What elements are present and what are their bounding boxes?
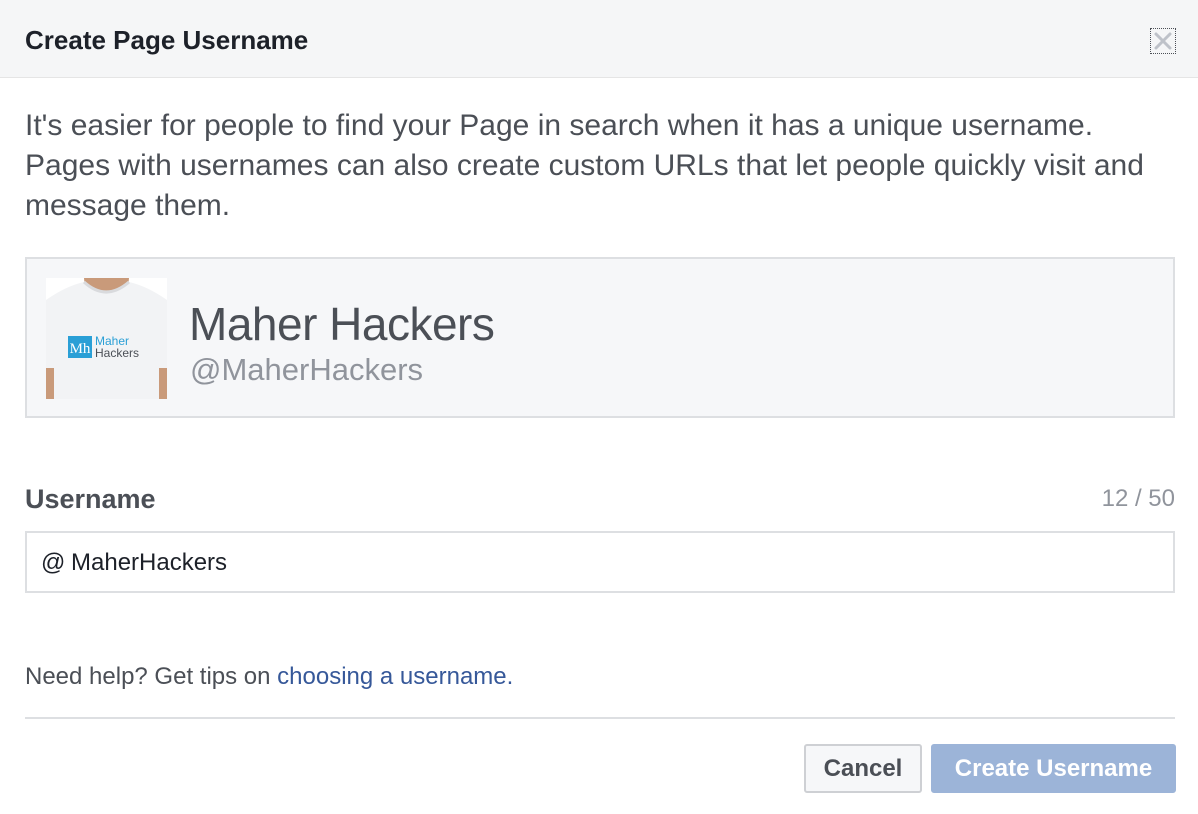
avatar-logo-line2: Hackers bbox=[95, 346, 139, 360]
help-text: Need help? Get tips on choosing a userna… bbox=[25, 662, 513, 692]
dialog-header: Create Page Username bbox=[0, 0, 1198, 78]
username-input[interactable] bbox=[71, 545, 1161, 581]
intro-text: It's easier for people to find your Page… bbox=[25, 109, 1144, 222]
character-count: 12 / 50 bbox=[1101, 485, 1175, 512]
username-label: Username bbox=[25, 484, 156, 514]
dialog-title: Create Page Username bbox=[25, 25, 309, 55]
username-input-container[interactable]: @ bbox=[25, 531, 1175, 593]
help-prefix: Need help? Get tips on bbox=[25, 663, 278, 690]
footer-divider bbox=[25, 717, 1175, 719]
page-name: Maher Hackers bbox=[189, 298, 495, 350]
cancel-button[interactable]: Cancel bbox=[804, 744, 922, 793]
avatar-logo-mark: Mh bbox=[70, 341, 91, 357]
close-button[interactable] bbox=[1150, 28, 1176, 54]
close-icon bbox=[1154, 32, 1172, 50]
choosing-username-link[interactable]: choosing a username bbox=[277, 663, 506, 690]
create-username-button[interactable]: Create Username bbox=[931, 744, 1176, 793]
avatar-image: Mh Maher Hackers bbox=[46, 278, 167, 399]
page-avatar: Mh Maher Hackers bbox=[46, 278, 167, 399]
help-suffix: . bbox=[506, 663, 514, 690]
create-username-dialog: Create Page Username It's easier for peo… bbox=[0, 0, 1198, 814]
page-handle: @MaherHackers bbox=[190, 352, 424, 387]
at-prefix: @ bbox=[41, 549, 66, 576]
page-preview-card: Mh Maher Hackers Maher Hackers @MaherHac… bbox=[25, 257, 1175, 418]
